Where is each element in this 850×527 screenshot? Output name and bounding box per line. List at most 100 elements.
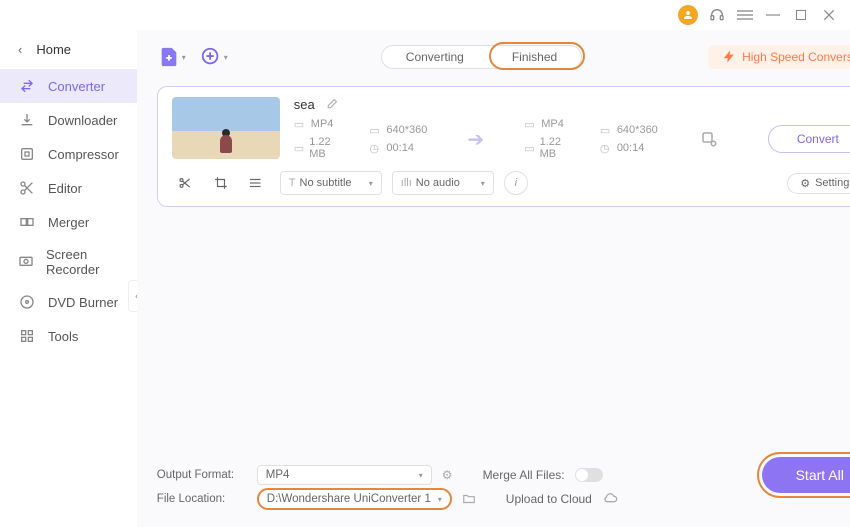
- dropdown-caret-icon: ▾: [481, 179, 485, 188]
- src-size: 1.22 MB: [309, 136, 333, 160]
- sidebar-label: Editor: [48, 181, 82, 196]
- maximize-icon[interactable]: [792, 6, 810, 24]
- chevron-left-icon: ‹: [18, 42, 22, 57]
- sidebar: ‹ Home Converter Downloader Compressor E…: [0, 30, 137, 527]
- start-all-button[interactable]: Start All: [762, 457, 850, 493]
- home-label: Home: [36, 42, 71, 57]
- close-icon[interactable]: [820, 6, 838, 24]
- list-icon[interactable]: [244, 170, 270, 196]
- recorder-icon: [18, 253, 34, 271]
- output-settings-icon[interactable]: [700, 130, 718, 148]
- dropdown-caret-icon: ▾: [224, 53, 228, 62]
- titlebar: [0, 0, 850, 30]
- tools-icon: [18, 327, 36, 345]
- file-location-select[interactable]: D:\Wondershare UniConverter 1 ▾: [257, 488, 452, 510]
- trim-icon[interactable]: [172, 170, 198, 196]
- convert-button[interactable]: Convert: [768, 125, 850, 153]
- output-format-select[interactable]: MP4 ▾: [257, 465, 432, 485]
- sidebar-label: Converter: [48, 79, 105, 94]
- merge-toggle[interactable]: [575, 468, 603, 482]
- headset-icon[interactable]: [708, 6, 726, 24]
- dropdown-caret-icon: ▾: [369, 179, 373, 188]
- video-thumbnail[interactable]: [172, 97, 280, 159]
- subtitle-select[interactable]: T No subtitle ▾: [280, 171, 382, 195]
- file-icon: ▭: [524, 142, 534, 154]
- video-icon: ▭: [524, 118, 536, 130]
- item-title: sea: [294, 97, 315, 112]
- sidebar-label: DVD Burner: [48, 295, 118, 310]
- scissors-icon: [18, 179, 36, 197]
- src-dur: 00:14: [386, 142, 414, 154]
- video-icon: ▭: [294, 118, 306, 130]
- compressor-icon: [18, 145, 36, 163]
- gear-icon: ⚙: [800, 177, 810, 190]
- toolbar: ▾ ▾ Converting Finished High Speed Conve…: [157, 30, 850, 84]
- src-format: MP4: [311, 118, 334, 130]
- file-icon: ▭: [294, 142, 304, 154]
- home-nav[interactable]: ‹ Home: [0, 36, 137, 63]
- conversion-item-card: sea ▭MP4 ▭1.22 MB ▭640*360 ◷00:14 ➔: [157, 86, 850, 207]
- edit-title-icon[interactable]: [325, 98, 338, 111]
- merger-icon: [18, 213, 36, 231]
- tab-converting[interactable]: Converting: [382, 46, 488, 68]
- sidebar-label: Downloader: [48, 113, 117, 128]
- subtitle-value: No subtitle: [300, 177, 352, 189]
- sidebar-item-merger[interactable]: Merger: [0, 205, 137, 239]
- sidebar-label: Compressor: [48, 147, 119, 162]
- tgt-format: MP4: [541, 118, 564, 130]
- open-folder-icon[interactable]: [462, 492, 476, 506]
- output-format-label: Output Format:: [157, 469, 247, 481]
- src-res: 640*360: [386, 124, 427, 136]
- settings-label: Settings: [815, 177, 850, 189]
- avatar-icon[interactable]: [678, 5, 698, 25]
- resolution-icon: ▭: [600, 124, 612, 136]
- file-location-value: D:\Wondershare UniConverter 1: [267, 493, 431, 505]
- audio-icon: ıllı: [401, 177, 412, 189]
- crop-icon[interactable]: [208, 170, 234, 196]
- file-location-label: File Location:: [157, 493, 247, 505]
- status-tabs: Converting Finished: [381, 45, 582, 69]
- minimize-icon[interactable]: [764, 6, 782, 24]
- clock-icon: ◷: [369, 142, 381, 154]
- high-speed-button[interactable]: High Speed Conversion: [708, 45, 850, 69]
- format-settings-icon[interactable]: ⚙: [442, 468, 453, 482]
- download-icon: [18, 111, 36, 129]
- merge-label: Merge All Files:: [483, 468, 565, 482]
- highlight-circle: Start All: [757, 452, 850, 498]
- sidebar-item-downloader[interactable]: Downloader: [0, 103, 137, 137]
- dvd-icon: [18, 293, 36, 311]
- audio-value: No audio: [416, 177, 460, 189]
- sidebar-item-tools[interactable]: Tools: [0, 319, 137, 353]
- tgt-dur: 00:14: [617, 142, 645, 154]
- tab-finished[interactable]: Finished: [488, 46, 581, 68]
- sidebar-item-editor[interactable]: Editor: [0, 171, 137, 205]
- sidebar-item-recorder[interactable]: Screen Recorder: [0, 239, 137, 285]
- info-icon[interactable]: i: [504, 171, 528, 195]
- sidebar-label: Screen Recorder: [46, 247, 119, 277]
- footer: Output Format: MP4 ▾ ⚙ Merge All Files: …: [157, 451, 850, 527]
- arrow-right-icon: ➔: [463, 127, 488, 152]
- cloud-icon[interactable]: [602, 491, 618, 507]
- add-folder-button[interactable]: ▾: [199, 42, 229, 72]
- dropdown-caret-icon: ▾: [438, 495, 442, 504]
- dropdown-caret-icon: ▾: [182, 53, 186, 62]
- clock-icon: ◷: [600, 142, 612, 154]
- sidebar-item-compressor[interactable]: Compressor: [0, 137, 137, 171]
- upload-label: Upload to Cloud: [506, 492, 592, 506]
- sidebar-label: Merger: [48, 215, 89, 230]
- add-file-button[interactable]: ▾: [157, 42, 187, 72]
- item-settings-button[interactable]: ⚙ Settings: [787, 173, 850, 194]
- resolution-icon: ▭: [369, 124, 381, 136]
- sidebar-item-converter[interactable]: Converter: [0, 69, 137, 103]
- subtitle-icon: T: [289, 177, 296, 189]
- tgt-size: 1.22 MB: [540, 136, 564, 160]
- lightning-icon: [722, 50, 736, 64]
- sidebar-item-dvd[interactable]: DVD Burner: [0, 285, 137, 319]
- hamburger-menu-icon[interactable]: [736, 6, 754, 24]
- sidebar-label: Tools: [48, 329, 78, 344]
- audio-select[interactable]: ıllı No audio ▾: [392, 171, 494, 195]
- high-speed-label: High Speed Conversion: [742, 50, 850, 64]
- output-format-value: MP4: [266, 469, 290, 481]
- tgt-res: 640*360: [617, 124, 658, 136]
- dropdown-caret-icon: ▾: [419, 471, 423, 480]
